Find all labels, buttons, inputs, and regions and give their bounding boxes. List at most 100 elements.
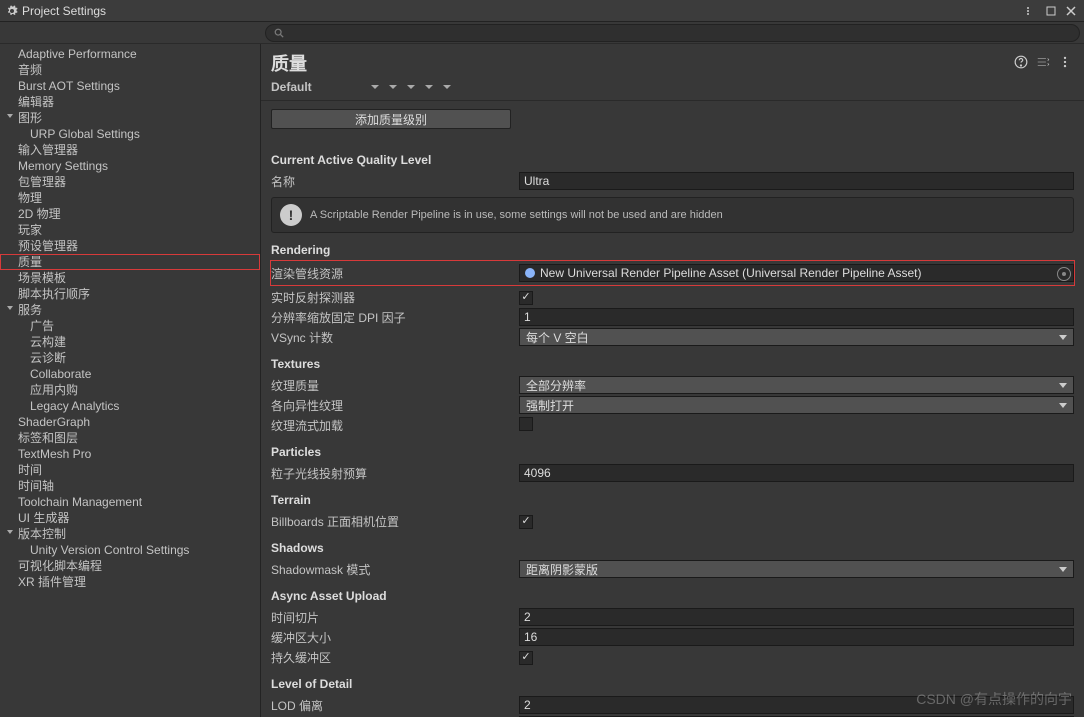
- menu-icon[interactable]: [1024, 4, 1038, 18]
- sidebar-item[interactable]: UI 生成器: [0, 510, 260, 526]
- sidebar-item-label: 应用内购: [30, 383, 78, 397]
- expand-arrow-icon: [6, 529, 14, 537]
- shadowmask-select[interactable]: 距离阴影蒙版: [519, 560, 1074, 578]
- info-icon: !: [280, 204, 302, 226]
- section-active-quality: Current Active Quality Level: [271, 153, 1074, 167]
- sidebar-item-label: 云构建: [30, 335, 66, 349]
- sidebar-item-label: 编辑器: [18, 95, 54, 109]
- aniso-select[interactable]: 强制打开: [519, 396, 1074, 414]
- settings-sidebar: Adaptive Performance音频Burst AOT Settings…: [0, 44, 261, 717]
- sidebar-item[interactable]: Memory Settings: [0, 158, 260, 174]
- sidebar-item[interactable]: 版本控制: [0, 526, 260, 542]
- sidebar-item-label: 预设管理器: [18, 239, 78, 253]
- sidebar-item[interactable]: 编辑器: [0, 94, 260, 110]
- more-icon[interactable]: [1058, 55, 1074, 71]
- realtime-reflection-checkbox[interactable]: [519, 291, 533, 305]
- sidebar-item[interactable]: 时间轴: [0, 478, 260, 494]
- content-panel: 质量 Default 添加质量级别 Current Active Quality…: [261, 44, 1084, 717]
- sidebar-item[interactable]: Collaborate: [0, 366, 260, 382]
- sidebar-item[interactable]: 标签和图层: [0, 430, 260, 446]
- sidebar-item-label: 质量: [18, 255, 42, 269]
- name-field[interactable]: [519, 172, 1074, 190]
- sidebar-item[interactable]: 预设管理器: [0, 238, 260, 254]
- sidebar-item[interactable]: 云诊断: [0, 350, 260, 366]
- shadowmask-label: Shadowmask 模式: [271, 561, 519, 578]
- sidebar-item[interactable]: 广告: [0, 318, 260, 334]
- buffer-label: 缓冲区大小: [271, 629, 519, 646]
- close-icon[interactable]: [1064, 4, 1078, 18]
- sidebar-item[interactable]: 质量: [0, 254, 260, 270]
- timeslice-field[interactable]: [519, 608, 1074, 626]
- sidebar-item-label: 包管理器: [18, 175, 66, 189]
- help-icon[interactable]: [1014, 55, 1030, 71]
- section-shadows: Shadows: [271, 541, 1074, 555]
- window-title: Project Settings: [22, 4, 106, 18]
- sidebar-item-label: URP Global Settings: [30, 127, 140, 141]
- sidebar-item[interactable]: 物理: [0, 190, 260, 206]
- sidebar-item[interactable]: 包管理器: [0, 174, 260, 190]
- sidebar-item[interactable]: Toolchain Management: [0, 494, 260, 510]
- sidebar-item[interactable]: 服务: [0, 302, 260, 318]
- sidebar-item[interactable]: 应用内购: [0, 382, 260, 398]
- buffer-field[interactable]: [519, 628, 1074, 646]
- sidebar-item-label: 脚本执行顺序: [18, 287, 90, 301]
- dpi-field[interactable]: [519, 308, 1074, 326]
- dropdown-arrow-icon[interactable]: [443, 83, 451, 91]
- sidebar-item-label: TextMesh Pro: [18, 447, 91, 461]
- persist-checkbox[interactable]: [519, 651, 533, 665]
- sidebar-item[interactable]: 音频: [0, 62, 260, 78]
- sidebar-item-label: Toolchain Management: [18, 495, 142, 509]
- sidebar-item-label: 云诊断: [30, 351, 66, 365]
- texture-quality-select[interactable]: 全部分辨率: [519, 376, 1074, 394]
- page-title: 质量: [271, 50, 1008, 76]
- vsync-label: VSync 计数: [271, 329, 519, 346]
- dropdown-arrow-icon[interactable]: [389, 83, 397, 91]
- section-textures: Textures: [271, 357, 1074, 371]
- texture-stream-checkbox[interactable]: [519, 417, 533, 431]
- sidebar-item[interactable]: Burst AOT Settings: [0, 78, 260, 94]
- dropdown-arrow-icon[interactable]: [371, 83, 379, 91]
- sidebar-item[interactable]: 输入管理器: [0, 142, 260, 158]
- texture-stream-label: 纹理流式加载: [271, 417, 519, 434]
- sidebar-item[interactable]: TextMesh Pro: [0, 446, 260, 462]
- lod-bias-label: LOD 偏离: [271, 697, 519, 714]
- sidebar-item[interactable]: 图形: [0, 110, 260, 126]
- sidebar-item[interactable]: 云构建: [0, 334, 260, 350]
- section-rendering: Rendering: [271, 243, 1074, 257]
- sidebar-item[interactable]: 场景模板: [0, 270, 260, 286]
- aniso-label: 各向异性纹理: [271, 397, 519, 414]
- sidebar-item-label: 标签和图层: [18, 431, 78, 445]
- sidebar-item[interactable]: Adaptive Performance: [0, 46, 260, 62]
- sidebar-item[interactable]: 玩家: [0, 222, 260, 238]
- sidebar-item[interactable]: ShaderGraph: [0, 414, 260, 430]
- sidebar-item[interactable]: XR 插件管理: [0, 574, 260, 590]
- sidebar-item-label: Memory Settings: [18, 159, 108, 173]
- billboards-checkbox[interactable]: [519, 515, 533, 529]
- sidebar-item[interactable]: 时间: [0, 462, 260, 478]
- sidebar-item-label: Collaborate: [30, 367, 91, 381]
- sidebar-item-label: Adaptive Performance: [18, 47, 137, 61]
- add-quality-button[interactable]: 添加质量级别: [271, 109, 511, 129]
- maximize-icon[interactable]: [1044, 4, 1058, 18]
- section-particles: Particles: [271, 445, 1074, 459]
- dropdown-arrow-icon[interactable]: [407, 83, 415, 91]
- default-label: Default: [271, 80, 361, 94]
- pipeline-asset-field[interactable]: New Universal Render Pipeline Asset (Uni…: [519, 264, 1074, 282]
- sidebar-item[interactable]: 可视化脚本编程: [0, 558, 260, 574]
- sidebar-item[interactable]: 2D 物理: [0, 206, 260, 222]
- gear-icon: [6, 5, 18, 17]
- titlebar: Project Settings: [0, 0, 1084, 22]
- dropdown-arrow-icon[interactable]: [425, 83, 433, 91]
- expand-arrow-icon: [6, 113, 14, 121]
- search-input[interactable]: [265, 24, 1080, 42]
- sidebar-item[interactable]: Legacy Analytics: [0, 398, 260, 414]
- sidebar-item[interactable]: 脚本执行顺序: [0, 286, 260, 302]
- particle-budget-field[interactable]: [519, 464, 1074, 482]
- dpi-label: 分辨率缩放固定 DPI 因子: [271, 309, 519, 326]
- settings-icon[interactable]: [1036, 55, 1052, 71]
- sidebar-item-label: 时间轴: [18, 479, 54, 493]
- sidebar-item[interactable]: Unity Version Control Settings: [0, 542, 260, 558]
- sidebar-item[interactable]: URP Global Settings: [0, 126, 260, 142]
- vsync-select[interactable]: 每个 V 空白: [519, 328, 1074, 346]
- object-picker-icon[interactable]: [1057, 267, 1071, 281]
